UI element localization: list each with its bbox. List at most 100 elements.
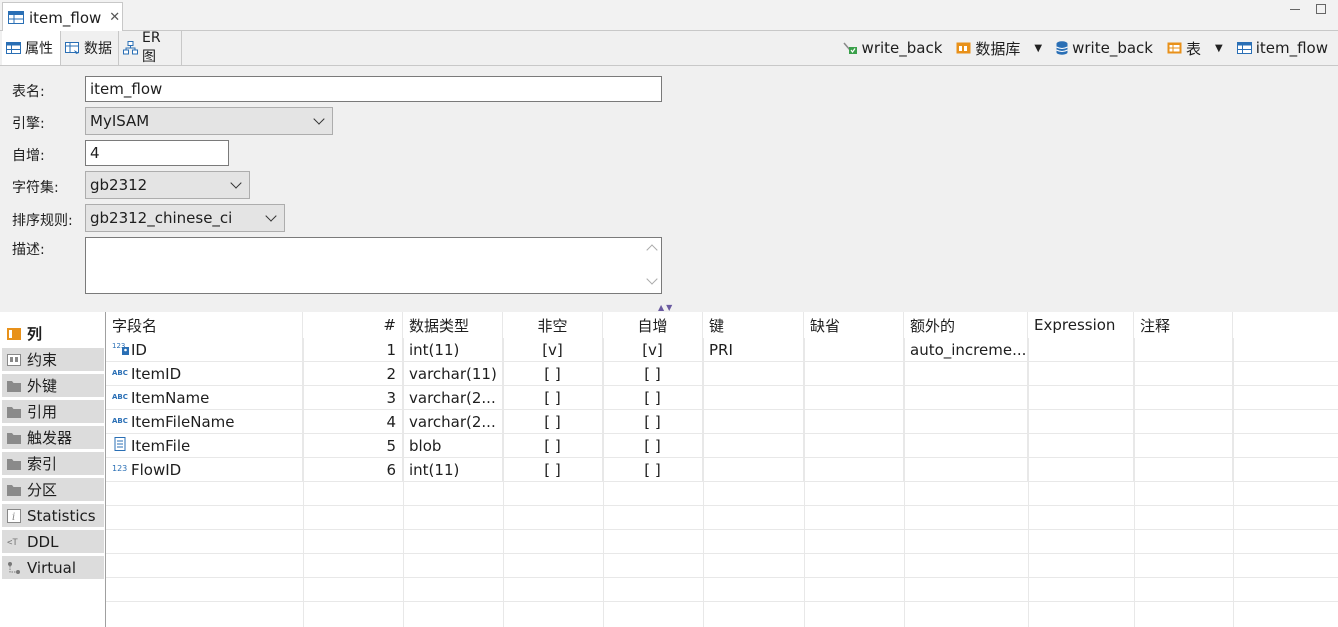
description-textarea[interactable] <box>85 237 662 294</box>
cell-extra[interactable] <box>904 410 1028 434</box>
table-row[interactable]: ItemFile 5 blob[ ][ ] <box>106 434 1338 458</box>
scroll-up-icon[interactable] <box>646 244 658 256</box>
cell-extra[interactable] <box>904 434 1028 458</box>
table-row[interactable]: 123 ID 1 int(11) [v] [v] PRI auto_increme... <box>106 338 1338 362</box>
cell-data-type[interactable]: varchar(2... <box>403 386 503 410</box>
cell-not-null[interactable]: [ ] <box>503 458 603 482</box>
cell-not-null[interactable]: [ ] <box>503 434 603 458</box>
column-header[interactable]: Expression <box>1028 312 1134 338</box>
cell-auto-inc[interactable]: [ ] <box>603 386 703 410</box>
cell-comment[interactable] <box>1134 338 1233 362</box>
cell-key[interactable] <box>703 410 804 434</box>
table-name-input[interactable]: item_flow <box>85 76 662 102</box>
cell-data-type[interactable]: varchar(11) <box>403 362 503 386</box>
cell-key[interactable]: PRI <box>703 338 804 362</box>
cell-default[interactable] <box>804 362 904 386</box>
side-tab-partitions[interactable]: 分区 <box>2 478 104 502</box>
collation-select[interactable]: gb2312_chinese_ci <box>85 204 285 232</box>
table-row[interactable]: ABC ItemFileName 4 varchar(2...[ ][ ] <box>106 410 1338 434</box>
cell-not-null[interactable]: [v] <box>503 338 603 362</box>
chevron-down-icon[interactable]: ▼ <box>1034 43 1042 54</box>
splitter-handle[interactable]: ▲▼ <box>658 303 674 312</box>
breadcrumb-database[interactable]: write_back <box>1056 39 1153 57</box>
cell-key[interactable] <box>703 386 804 410</box>
side-tab-virtual[interactable]: Virtual <box>2 556 104 580</box>
cell-expression[interactable] <box>1028 362 1134 386</box>
cell-expression[interactable] <box>1028 386 1134 410</box>
cell-index[interactable]: 3 <box>303 386 403 410</box>
column-header[interactable]: 缺省 <box>804 312 904 338</box>
cell-extra[interactable] <box>904 458 1028 482</box>
cell-field-name[interactable]: ABC ItemFileName <box>106 410 303 434</box>
charset-select[interactable]: gb2312 <box>85 171 250 199</box>
column-header[interactable]: 注释 <box>1134 312 1233 338</box>
tab-er-diagram[interactable]: ER 图 <box>119 30 182 65</box>
cell-default[interactable] <box>804 458 904 482</box>
cell-expression[interactable] <box>1028 458 1134 482</box>
side-tab-constraints[interactable]: 约束 <box>2 348 104 372</box>
cell-field-name[interactable]: 123 FlowID <box>106 458 303 482</box>
cell-key[interactable] <box>703 434 804 458</box>
breadcrumb-tables[interactable]: 表 <box>1167 38 1201 59</box>
column-header[interactable]: 自增 <box>603 312 703 338</box>
side-tab-references[interactable]: 引用 <box>2 400 104 424</box>
side-tab-triggers[interactable]: 触发器 <box>2 426 104 450</box>
cell-data-type[interactable]: int(11) <box>403 458 503 482</box>
close-icon[interactable]: ✕ <box>109 10 120 25</box>
side-tab-indexes[interactable]: 索引 <box>2 452 104 476</box>
cell-auto-inc[interactable]: [ ] <box>603 410 703 434</box>
cell-comment[interactable] <box>1134 362 1233 386</box>
cell-data-type[interactable]: int(11) <box>403 338 503 362</box>
breadcrumb-databases[interactable]: 数据库 <box>956 38 1020 59</box>
cell-auto-inc[interactable]: [v] <box>603 338 703 362</box>
cell-comment[interactable] <box>1134 386 1233 410</box>
cell-expression[interactable] <box>1028 338 1134 362</box>
cell-index[interactable]: 2 <box>303 362 403 386</box>
cell-index[interactable]: 4 <box>303 410 403 434</box>
cell-field-name[interactable]: ABC ItemName <box>106 386 303 410</box>
side-tab-ddl[interactable]: <T DDL <box>2 530 104 554</box>
cell-default[interactable] <box>804 434 904 458</box>
cell-comment[interactable] <box>1134 434 1233 458</box>
cell-expression[interactable] <box>1028 434 1134 458</box>
chevron-down-icon[interactable]: ▼ <box>1215 43 1223 54</box>
cell-not-null[interactable]: [ ] <box>503 386 603 410</box>
side-tab-foreign-keys[interactable]: 外键 <box>2 374 104 398</box>
cell-comment[interactable] <box>1134 410 1233 434</box>
table-row[interactable]: 123 FlowID 6 int(11)[ ][ ] <box>106 458 1338 482</box>
column-header[interactable]: 键 <box>703 312 804 338</box>
vertical-scrollbar[interactable] <box>644 238 661 293</box>
cell-extra[interactable] <box>904 386 1028 410</box>
column-header[interactable]: # <box>303 312 403 338</box>
engine-select[interactable]: MyISAM <box>85 107 333 135</box>
cell-index[interactable]: 1 <box>303 338 403 362</box>
column-header[interactable]: 字段名 <box>106 312 303 338</box>
breadcrumb-connection[interactable]: write_back <box>842 39 942 57</box>
table-row[interactable]: ABC ItemName 3 varchar(2...[ ][ ] <box>106 386 1338 410</box>
column-header[interactable]: 数据类型 <box>403 312 503 338</box>
scroll-down-icon[interactable] <box>646 273 658 285</box>
cell-default[interactable] <box>804 338 904 362</box>
cell-default[interactable] <box>804 386 904 410</box>
cell-auto-inc[interactable]: [ ] <box>603 434 703 458</box>
cell-not-null[interactable]: [ ] <box>503 362 603 386</box>
cell-auto-inc[interactable]: [ ] <box>603 458 703 482</box>
minimize-icon[interactable] <box>1290 4 1300 10</box>
cell-field-name[interactable]: ABC ItemID <box>106 362 303 386</box>
cell-comment[interactable] <box>1134 458 1233 482</box>
cell-default[interactable] <box>804 410 904 434</box>
cell-index[interactable]: 5 <box>303 434 403 458</box>
cell-index[interactable]: 6 <box>303 458 403 482</box>
cell-key[interactable] <box>703 362 804 386</box>
breadcrumb-table[interactable]: item_flow <box>1236 39 1328 57</box>
cell-auto-inc[interactable]: [ ] <box>603 362 703 386</box>
tab-data[interactable]: 数据 <box>61 31 119 65</box>
maximize-icon[interactable] <box>1316 4 1326 14</box>
tab-properties[interactable]: 属性 <box>2 31 61 65</box>
cell-field-name[interactable]: 123 ID <box>106 338 303 362</box>
cell-data-type[interactable]: varchar(2... <box>403 410 503 434</box>
cell-extra[interactable] <box>904 362 1028 386</box>
cell-not-null[interactable]: [ ] <box>503 410 603 434</box>
cell-data-type[interactable]: blob <box>403 434 503 458</box>
cell-field-name[interactable]: ItemFile <box>106 434 303 458</box>
